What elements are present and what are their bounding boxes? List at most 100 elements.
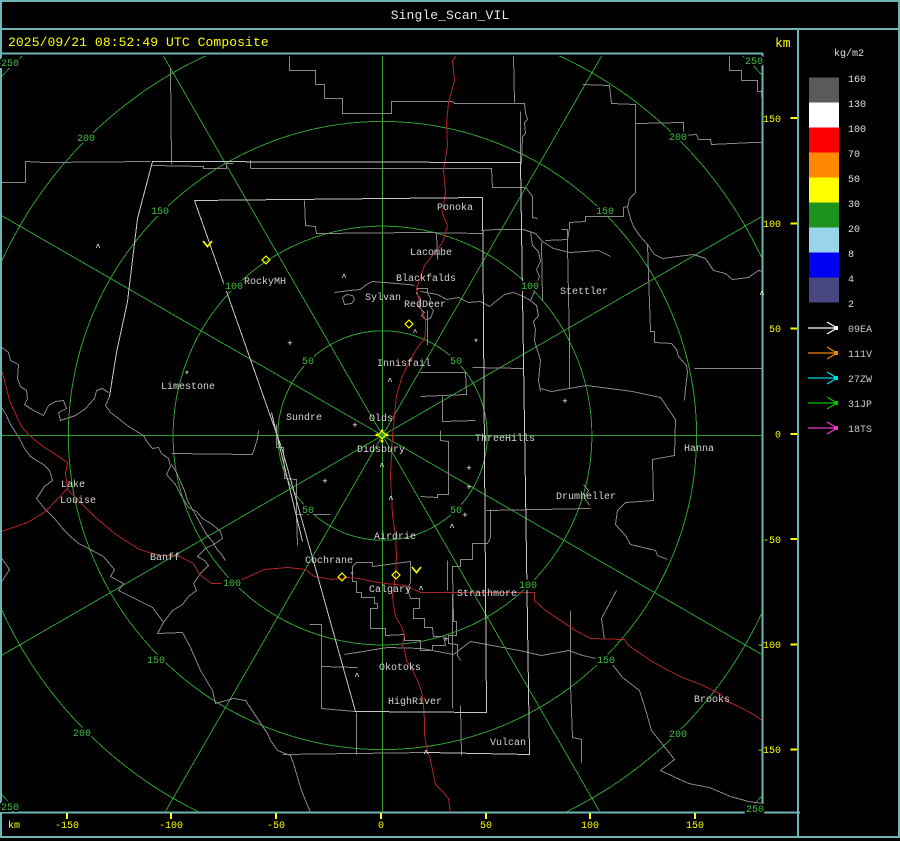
svg-text:250: 250 — [1, 803, 19, 814]
svg-text:Olds: Olds — [369, 413, 393, 425]
svg-text:150: 150 — [763, 115, 781, 126]
svg-text:0: 0 — [775, 431, 781, 442]
svg-text:150: 150 — [147, 656, 165, 667]
svg-text:160: 160 — [848, 75, 866, 86]
svg-text:250: 250 — [745, 57, 763, 68]
svg-text:Lake: Lake — [61, 479, 85, 491]
svg-text:^: ^ — [449, 523, 454, 533]
svg-text:100: 100 — [848, 125, 866, 136]
svg-text:18TS: 18TS — [848, 425, 872, 436]
svg-text:31JP: 31JP — [848, 400, 872, 411]
svg-text:70: 70 — [848, 150, 860, 161]
svg-text:50: 50 — [450, 357, 462, 368]
svg-text:Ponoka: Ponoka — [437, 202, 473, 214]
svg-text:200: 200 — [669, 133, 687, 144]
svg-text:100: 100 — [763, 220, 781, 231]
svg-text:^: ^ — [388, 495, 393, 505]
svg-text:Banff: Banff — [150, 552, 180, 564]
svg-text:km: km — [8, 820, 20, 832]
svg-text:09EA: 09EA — [848, 325, 872, 336]
svg-text:Strathmore: Strathmore — [457, 588, 517, 600]
svg-text:200: 200 — [73, 729, 91, 740]
svg-text:*: * — [184, 370, 189, 380]
svg-text:250: 250 — [1, 59, 19, 70]
svg-text:^: ^ — [387, 377, 392, 387]
svg-text:+: + — [562, 397, 567, 407]
svg-text:100: 100 — [223, 579, 241, 590]
svg-text:2025/09/21 08:52:49 UTC Compos: 2025/09/21 08:52:49 UTC Composite — [8, 35, 269, 50]
svg-text:Didsbury: Didsbury — [357, 444, 405, 456]
svg-text:+: + — [322, 477, 327, 487]
svg-text:*: * — [473, 338, 478, 348]
svg-text:-150: -150 — [757, 746, 781, 757]
svg-text:^: ^ — [423, 749, 428, 759]
svg-text:Vulcan: Vulcan — [490, 737, 526, 749]
svg-text:50: 50 — [302, 357, 314, 368]
svg-text:+: + — [352, 421, 357, 431]
svg-text:RedDeer: RedDeer — [404, 299, 446, 311]
svg-text:^: ^ — [759, 290, 764, 300]
svg-text:^: ^ — [413, 329, 418, 338]
svg-text:^: ^ — [418, 585, 423, 595]
svg-text:Single_Scan_VIL: Single_Scan_VIL — [391, 8, 510, 23]
svg-text:-50: -50 — [763, 536, 781, 547]
svg-text:4: 4 — [848, 275, 854, 286]
svg-text:0: 0 — [378, 821, 384, 832]
svg-text:+: + — [466, 483, 471, 493]
svg-text:50: 50 — [450, 506, 462, 517]
svg-text:-150: -150 — [55, 821, 79, 832]
svg-text:Blackfalds: Blackfalds — [396, 273, 456, 285]
svg-text:200: 200 — [669, 730, 687, 741]
svg-text:20: 20 — [848, 225, 860, 236]
svg-text:Lacombe: Lacombe — [410, 247, 452, 259]
svg-text:50: 50 — [769, 325, 781, 336]
svg-text:^: ^ — [354, 672, 359, 682]
svg-text:^: ^ — [341, 273, 346, 283]
svg-text:150: 150 — [686, 821, 704, 832]
svg-text:Sylvan: Sylvan — [365, 292, 401, 304]
svg-text:150: 150 — [597, 656, 615, 667]
svg-text:+: + — [462, 511, 467, 521]
svg-text:RockyMH: RockyMH — [244, 276, 286, 288]
svg-text:Brooks: Brooks — [694, 694, 730, 706]
svg-text:Okotoks: Okotoks — [379, 662, 421, 674]
svg-text:Airdrie: Airdrie — [374, 531, 416, 543]
svg-text:111V: 111V — [848, 350, 872, 361]
svg-text:30: 30 — [848, 200, 860, 211]
svg-text:Drumheller: Drumheller — [556, 491, 616, 503]
svg-text:200: 200 — [77, 134, 95, 145]
svg-text:Limestone: Limestone — [161, 381, 215, 393]
svg-text:ThreeHills: ThreeHills — [475, 433, 535, 445]
svg-text:Sundre: Sundre — [286, 412, 322, 424]
svg-text:+: + — [466, 464, 471, 474]
svg-text:250: 250 — [746, 805, 764, 816]
svg-text:50: 50 — [302, 506, 314, 517]
svg-text:130: 130 — [848, 100, 866, 111]
svg-text:km: km — [775, 36, 791, 51]
svg-text:Stettler: Stettler — [560, 286, 608, 298]
svg-text:-50: -50 — [267, 821, 285, 832]
svg-text:50: 50 — [848, 175, 860, 186]
svg-text:100: 100 — [581, 821, 599, 832]
svg-text:Calgary: Calgary — [369, 584, 411, 596]
svg-text:HighRiver: HighRiver — [388, 696, 442, 708]
svg-text:27ZW: 27ZW — [848, 375, 872, 386]
svg-text:100: 100 — [519, 581, 537, 592]
svg-text:+: + — [443, 635, 448, 645]
svg-text:8: 8 — [848, 250, 854, 261]
svg-text:50: 50 — [480, 821, 492, 832]
svg-text:100: 100 — [521, 282, 539, 293]
svg-text:150: 150 — [151, 207, 169, 218]
svg-text:Cochrane: Cochrane — [305, 555, 353, 567]
svg-text:2: 2 — [848, 300, 854, 311]
svg-text:Hanna: Hanna — [684, 444, 714, 455]
svg-text:150: 150 — [596, 207, 614, 218]
svg-text:kg/m2: kg/m2 — [834, 48, 864, 60]
svg-text:-100: -100 — [757, 641, 781, 652]
svg-text:^: ^ — [95, 243, 100, 253]
svg-text:100: 100 — [225, 282, 243, 293]
svg-text:^: ^ — [379, 462, 384, 472]
svg-text:°: ° — [349, 571, 354, 581]
svg-text:+: + — [287, 339, 292, 349]
svg-text:-100: -100 — [159, 821, 183, 832]
